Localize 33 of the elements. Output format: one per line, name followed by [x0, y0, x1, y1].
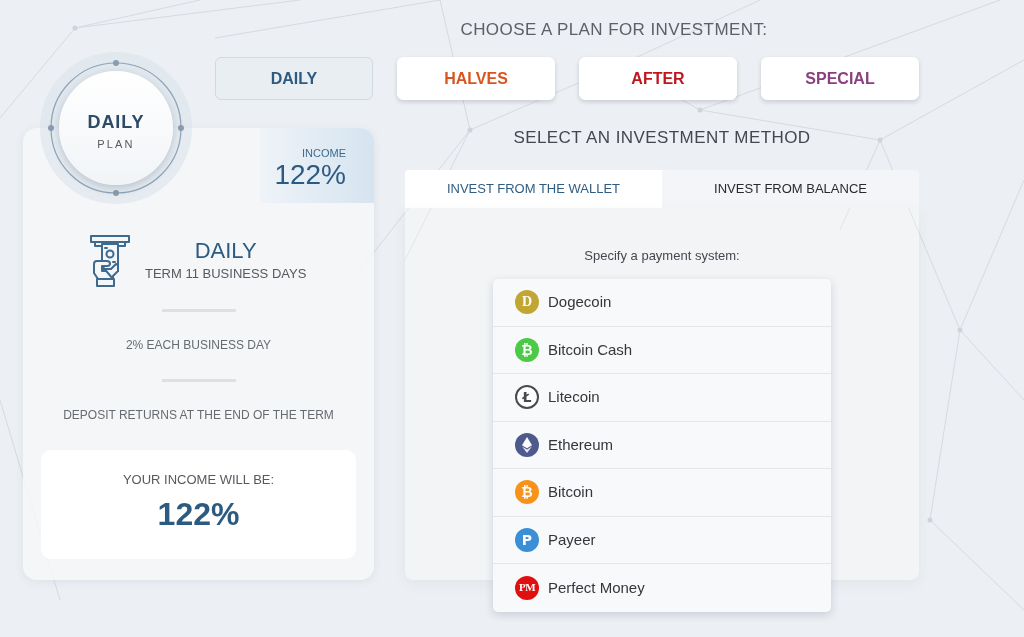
plan-name: DAILY [194, 239, 257, 263]
payment-option[interactable]: PM Perfect Money [493, 564, 831, 612]
payment-logo-icon: P [515, 527, 539, 552]
payment-logo-icon: ₿ [515, 337, 539, 362]
payment-option[interactable]: D Dogecoin [493, 279, 831, 327]
deposit-note: DEPOSIT RETURNS AT THE END OF THE TERM [63, 407, 334, 423]
cash-withdrawal-icon [90, 235, 130, 287]
payment-option[interactable]: P Payeer [493, 516, 831, 564]
plan-rate: 2% EACH BUSINESS DAY [125, 337, 272, 353]
payment-logo-icon: PM [515, 575, 539, 600]
method-tab[interactable]: INVEST FROM BALANCE [662, 170, 919, 208]
plan-tab[interactable]: AFTER [579, 57, 737, 100]
method-heading: SELECT AN INVESTMENT METHOD [513, 128, 811, 148]
payment-option[interactable]: ₿ Bitcoin [493, 469, 831, 517]
income-label: INCOME [302, 146, 346, 160]
payment-prompt: Specify a payment system: [584, 247, 740, 265]
payment-option[interactable]: Ethereum [493, 421, 831, 469]
result-label: YOUR INCOME WILL BE: [122, 471, 275, 489]
badge-title: DAILY [87, 111, 145, 132]
badge-subtitle: PLAN [97, 136, 135, 151]
plan-tab[interactable]: DAILY [215, 57, 373, 100]
payment-logo-icon: ₿ [515, 480, 539, 505]
payment-option[interactable]: ₿ Bitcoin Cash [493, 326, 831, 374]
method-tab[interactable]: INVEST FROM THE WALLET [405, 170, 662, 208]
payment-logo-icon: D [515, 290, 539, 315]
payment-logo-icon: Ł [515, 385, 539, 410]
plan-term: TERM 11 BUSINESS DAYS [145, 266, 307, 282]
plan-tab[interactable]: SPECIAL [761, 57, 919, 100]
plan-heading: CHOOSE A PLAN FOR INVESTMENT: [460, 19, 768, 41]
result-value: 122% [157, 496, 240, 532]
plan-tab[interactable]: HALVES [397, 57, 555, 100]
income-value: 122% [274, 160, 346, 190]
payment-option[interactable]: Ł Litecoin [493, 374, 831, 422]
